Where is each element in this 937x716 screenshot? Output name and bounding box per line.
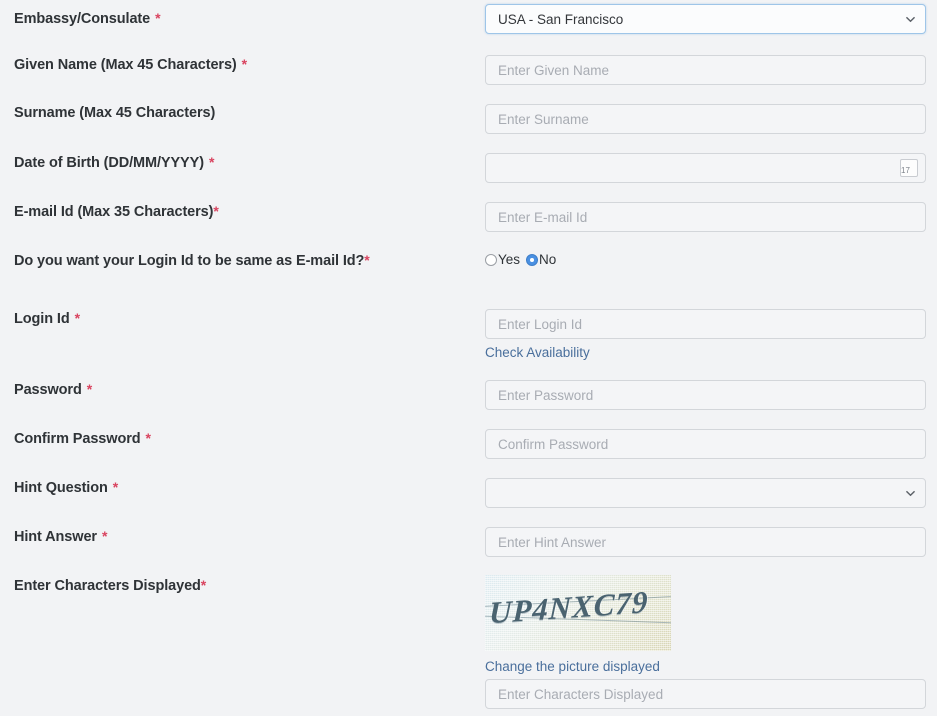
label-hint-question-text: Hint Question bbox=[14, 480, 108, 496]
label-confirm-password-text: Confirm Password bbox=[14, 431, 141, 447]
label-login-same-as-email: Do you want your Login Id to be same as … bbox=[14, 252, 370, 269]
label-surname-text: Surname (Max 45 Characters) bbox=[14, 105, 216, 121]
label-dob: Date of Birth (DD/MM/YYYY) * bbox=[14, 154, 214, 171]
calendar-icon[interactable]: 17 bbox=[900, 159, 918, 177]
control-hint-answer bbox=[485, 527, 926, 557]
check-availability-link[interactable]: Check Availability bbox=[485, 345, 590, 360]
hint-answer-input[interactable] bbox=[485, 527, 926, 557]
required-marker: * bbox=[208, 154, 215, 170]
label-confirm-password: Confirm Password * bbox=[14, 430, 151, 447]
password-input[interactable] bbox=[485, 380, 926, 410]
label-login-id: Login Id * bbox=[14, 310, 80, 327]
label-login-same-as-email-text: Do you want your Login Id to be same as … bbox=[14, 253, 365, 269]
radio-option-no[interactable]: No bbox=[526, 252, 556, 267]
calendar-icon-day: 17 bbox=[901, 166, 910, 175]
select-wrapper-hint-question bbox=[485, 478, 926, 508]
hint-question-select[interactable] bbox=[485, 478, 926, 508]
dob-wrapper: 17 bbox=[485, 153, 926, 183]
select-wrapper-embassy: USA - San Francisco bbox=[485, 4, 926, 34]
label-password: Password * bbox=[14, 381, 92, 398]
captcha-image: UP4NXC79 bbox=[485, 575, 671, 651]
radio-yes-indicator[interactable] bbox=[485, 253, 497, 266]
label-surname: Surname (Max 45 Characters) bbox=[14, 105, 215, 121]
captcha-input[interactable] bbox=[485, 679, 926, 709]
label-captcha-text: Enter Characters Displayed bbox=[14, 578, 201, 594]
control-hint-question bbox=[485, 478, 926, 508]
control-given-name bbox=[485, 55, 926, 85]
control-password bbox=[485, 380, 926, 410]
label-login-id-text: Login Id bbox=[14, 311, 70, 327]
required-marker: * bbox=[213, 203, 219, 219]
label-hint-answer-text: Hint Answer bbox=[14, 529, 97, 545]
date-of-birth-input[interactable] bbox=[485, 153, 926, 183]
label-email-text: E-mail Id (Max 35 Characters) bbox=[14, 204, 214, 220]
label-captcha: Enter Characters Displayed* bbox=[14, 577, 206, 594]
registration-form: Embassy/Consulate * USA - San Francisco G… bbox=[0, 0, 937, 716]
login-id-input[interactable] bbox=[485, 309, 926, 339]
required-marker: * bbox=[74, 310, 80, 326]
required-marker: * bbox=[101, 528, 108, 544]
control-login-id: Check Availability bbox=[485, 309, 926, 362]
label-hint-question: Hint Question * bbox=[14, 479, 118, 496]
email-id-input[interactable] bbox=[485, 202, 926, 232]
label-given-name: Given Name (Max 45 Characters) * bbox=[14, 56, 247, 73]
control-email bbox=[485, 202, 926, 232]
control-confirm-password bbox=[485, 429, 926, 459]
change-picture-link[interactable]: Change the picture displayed bbox=[485, 659, 660, 674]
control-surname bbox=[485, 104, 926, 134]
label-password-text: Password bbox=[14, 382, 82, 398]
required-marker: * bbox=[241, 56, 248, 72]
label-given-name-text: Given Name (Max 45 Characters) bbox=[14, 57, 237, 73]
radio-no-indicator[interactable] bbox=[526, 253, 539, 266]
embassy-consulate-select[interactable]: USA - San Francisco bbox=[485, 4, 926, 34]
login-same-as-email-radio-group: Yes No bbox=[485, 252, 562, 267]
radio-no-label: No bbox=[539, 252, 557, 267]
label-hint-answer: Hint Answer * bbox=[14, 528, 107, 545]
label-embassy: Embassy/Consulate * bbox=[14, 10, 161, 27]
required-marker: * bbox=[364, 252, 370, 268]
control-embassy: USA - San Francisco bbox=[485, 4, 926, 34]
required-marker: * bbox=[112, 479, 119, 495]
required-marker: * bbox=[155, 10, 161, 26]
surname-input[interactable] bbox=[485, 104, 926, 134]
given-name-input[interactable] bbox=[485, 55, 926, 85]
required-marker: * bbox=[200, 577, 207, 593]
label-embassy-text: Embassy/Consulate bbox=[14, 11, 151, 27]
confirm-password-input[interactable] bbox=[485, 429, 926, 459]
label-dob-text: Date of Birth (DD/MM/YYYY) bbox=[14, 155, 204, 171]
required-marker: * bbox=[86, 381, 93, 397]
radio-yes-label: Yes bbox=[498, 252, 521, 267]
required-marker: * bbox=[145, 430, 151, 446]
control-captcha-input bbox=[485, 679, 926, 709]
label-email: E-mail Id (Max 35 Characters)* bbox=[14, 203, 219, 220]
radio-option-yes[interactable]: Yes bbox=[485, 252, 520, 267]
control-dob: 17 bbox=[485, 153, 926, 183]
